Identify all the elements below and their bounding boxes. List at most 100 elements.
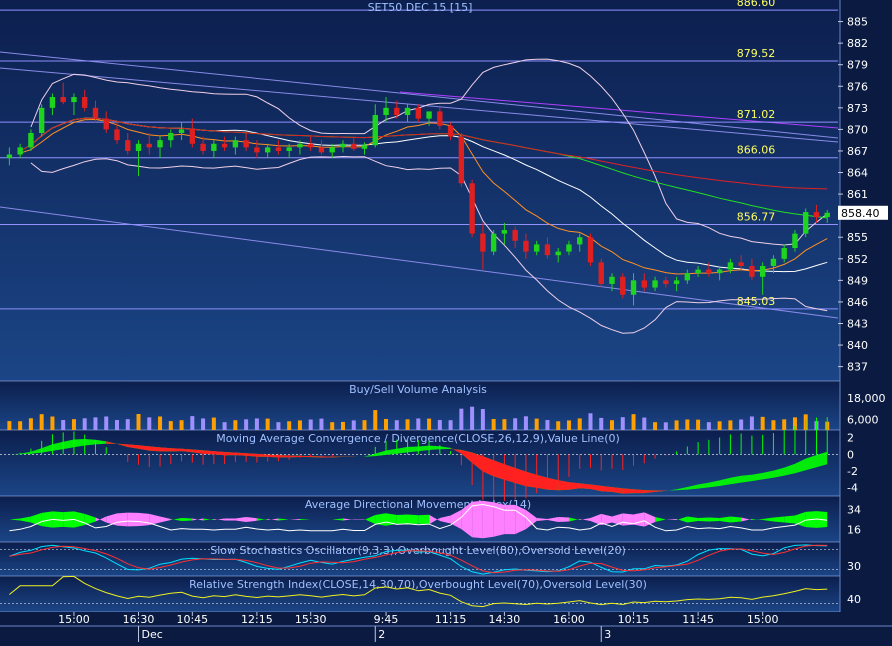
candle-body [588,237,593,262]
volume-bar [492,419,496,430]
price-tick-label: 855 [847,231,868,244]
adx-di-segment [397,514,408,524]
candle-body [50,97,55,108]
candle-body [814,212,819,217]
adx-di-segment [784,515,795,523]
candle-body [286,147,291,151]
volume-bar [40,414,44,430]
candle-body [136,144,141,151]
candle-body [125,140,130,151]
volume-bar [266,419,270,430]
adx-di-segment [139,513,150,526]
volume-bar [632,414,636,430]
time-tick-label: 10:15 [618,613,650,626]
candle-body [351,144,356,149]
candle-body [7,155,12,159]
volume-bar [524,416,528,430]
day-marker-label: Dec [142,628,163,641]
price-tick-label: 876 [847,80,868,93]
volume-bar [18,421,22,430]
candle-body [545,244,550,255]
level-label: 845.03 [737,295,776,308]
candle-body [760,266,765,277]
volume-bar [180,420,184,430]
candle-body [706,270,711,274]
candle[interactable] [459,133,464,187]
adx-di-segment [117,513,128,527]
chart-canvas: 8858828798768738708678648618588558528498… [0,0,892,642]
volume-bar [384,419,388,430]
price-tick-label: 861 [847,188,868,201]
candle-body [782,248,787,259]
volume-bar [481,409,485,430]
adx-di-segment [515,505,526,534]
volume-tick-label: 6,000 [847,413,879,426]
price-tick-label: 873 [847,102,868,115]
price-tick-label: 846 [847,296,868,309]
candle-body [685,273,690,280]
candle-body [749,266,754,277]
day-marker-label: 3 [604,628,611,641]
candle-body [373,115,378,145]
time-tick-label: 12:15 [241,613,273,626]
level-label: 871.02 [737,108,776,121]
volume-bar [298,420,302,430]
candle-body [631,280,636,294]
volume-bar [287,421,291,430]
adx-di-segment [730,516,741,522]
candle[interactable] [620,273,625,298]
price-tick-label: 879 [847,59,868,72]
adx-di-segment [408,514,419,524]
price-tick-label: 843 [847,317,868,330]
volume-bar [363,420,367,430]
adx-di-segment [773,516,784,522]
volume-bar [427,419,431,430]
adx-di-segment [418,515,429,525]
level-label: 886.60 [737,0,776,9]
volume-bar [728,420,732,430]
candle[interactable] [588,234,593,266]
price-tick-label: 864 [847,167,868,180]
time-tick-label: 9:45 [374,613,399,626]
candle-body [233,140,238,147]
volume-bar [212,418,216,430]
time-tick-label: 11:15 [435,613,467,626]
volume-bar [223,422,227,430]
volume-bar [416,418,420,430]
price-tick-label: 882 [847,37,868,50]
candle-body [104,119,109,130]
volume-bar [599,418,603,430]
candle[interactable] [599,259,604,288]
volume-bar [83,418,87,430]
volume-bar [578,418,582,430]
volume-bar [653,422,657,430]
candle-body [717,270,722,274]
adx-tick-label: 34 [847,503,861,516]
time-tick-label: 15:30 [295,613,327,626]
time-tick-label: 15:00 [58,613,90,626]
candle-body [491,234,496,252]
adx-di-segment [709,517,720,521]
candle-body [200,144,205,151]
volume-bar [341,422,345,430]
level-label: 866.06 [737,144,776,157]
candle-body [674,280,679,284]
volume-bar [61,420,65,430]
candle-body [652,280,657,287]
volume-bar [438,420,442,430]
macd-negative-segment [321,456,332,457]
macd-tick-label: -2 [847,465,858,478]
candle-body [728,262,733,269]
volume-bar [72,419,76,430]
candle[interactable] [491,230,496,255]
adx-di-segment [225,518,236,520]
candle-body [168,133,173,140]
candle-body [383,108,388,115]
candle[interactable] [469,180,474,238]
candle[interactable] [803,208,808,237]
candle-body [825,213,830,217]
candle[interactable] [39,104,44,136]
candle-body [620,277,625,295]
price-tick-label: 837 [847,361,868,374]
volume-bar [330,422,334,430]
